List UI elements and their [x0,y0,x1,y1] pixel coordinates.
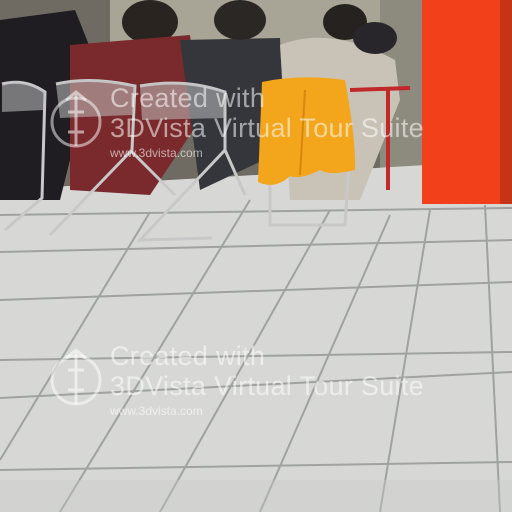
orange-jacket [258,77,356,185]
library-floor-photo [0,0,512,512]
photo-scene: Created with 3DVista Virtual Tour Suite … [0,0,512,512]
student-head [353,22,397,54]
pillar-shadow [500,0,512,204]
red-pillar [422,0,512,204]
tiled-floor [0,160,512,512]
floor-shade [0,480,512,512]
student-head [214,0,266,40]
